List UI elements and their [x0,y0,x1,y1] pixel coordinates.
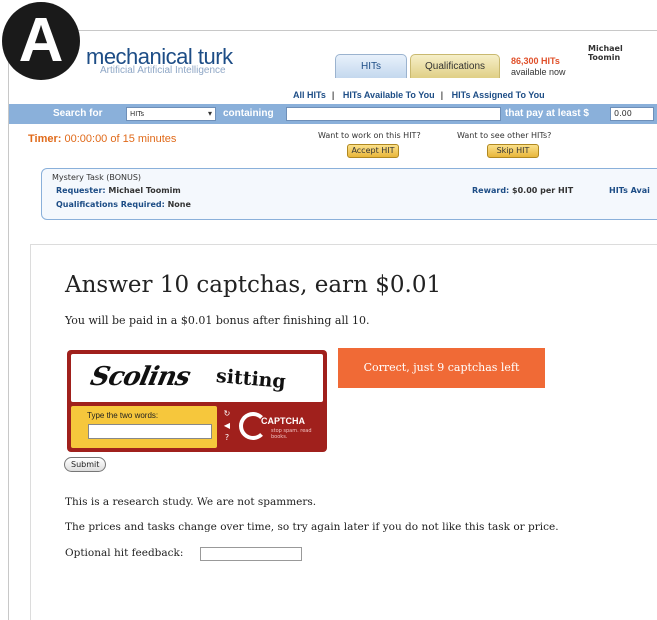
captcha-response-input[interactable] [88,424,212,439]
skip-hit-button[interactable]: Skip HIT [487,144,539,158]
requester-row: Requester: Michael Toomim [56,186,181,195]
nav-hits-assigned[interactable]: HITs Assigned To You [452,90,545,100]
qualifications-value: None [167,200,191,209]
timer-label: Timer: [28,133,62,145]
accept-hit-button[interactable]: Accept HIT [347,144,399,158]
hits-available-count: 86,300 HITs [511,56,560,66]
search-type-select[interactable]: HITs ▾ [126,107,216,121]
min-pay-label: that pay at least $ [505,108,589,119]
refresh-icon[interactable]: ↻ [222,408,232,420]
qualifications-row: Qualifications Required: None [56,200,191,209]
hit-title: Mystery Task (BONUS) [52,173,142,182]
correct-status-banner: Correct, just 9 captchas left [338,348,545,388]
search-for-label: Search for [53,108,103,119]
timer-value: 00:00:00 of 15 minutes [64,133,177,145]
nav-separator: | [440,90,444,100]
tab-qualifications[interactable]: Qualifications [410,54,500,78]
research-note: This is a research study. We are not spa… [65,496,317,508]
search-keyword-input[interactable] [286,107,501,121]
hits-available-label: HITs Avai [609,186,650,195]
reward-row: Reward: $0.00 per HIT [472,186,573,195]
feedback-input[interactable] [200,547,302,561]
captcha-prompt: Type the two words: [87,411,159,420]
chevron-down-icon: ▾ [207,109,212,118]
recaptcha-widget: Scolins sitting Type the two words: ↻ ◀ … [67,350,327,452]
accept-prompt: Want to work on this HIT? [318,131,421,140]
reward-value: $0.00 per HIT [512,186,574,195]
tab-hits[interactable]: HITs [335,54,407,78]
nav-separator: | [331,90,335,100]
captcha-word-1: Scolins [87,362,193,392]
hit-nav-links: All HITs | HITs Available To You | HITs As… [290,90,548,100]
user-name: Michael Toomin [588,44,623,62]
captcha-word-2: sitting [215,365,287,393]
captcha-controls: ↻ ◀ ? [222,408,232,444]
hit-details-box: Mystery Task (BONUS) Requester: Michael … [41,168,657,220]
skip-prompt: Want to see other HITs? [457,131,552,140]
min-pay-input[interactable]: 0.00 [610,107,654,121]
panel-letter-badge: A [2,2,80,80]
hit-timer: Timer: 00:00:00 of 15 minutes [28,133,176,145]
hits-available-text: available now [511,67,566,77]
requester-name[interactable]: Michael Toomim [108,186,180,195]
requester-label: Requester: [56,186,106,195]
recaptcha-tagline: stop spam. read books. [271,428,312,440]
reward-label: Reward: [472,186,510,195]
recaptcha-logo: CAPTCHA stop spam. read books. [239,410,319,446]
hits-available-summary: 86,300 HITs available now [511,56,566,78]
recaptcha-brand: CAPTCHA [261,416,305,426]
qualifications-label: Qualifications Required: [56,200,165,209]
submit-button[interactable]: Submit [64,457,107,472]
captcha-entry-panel: Type the two words: [71,406,217,448]
price-note: The prices and tasks change over time, s… [65,521,559,533]
task-title: Answer 10 captchas, earn $0.01 [65,272,442,298]
captcha-image: Scolins sitting [71,354,323,402]
mturk-tagline: Artificial Artificial Intelligence [100,65,226,76]
search-type-value: HITs [130,110,145,118]
search-bar: Search for HITs ▾ containing that pay at… [9,104,657,124]
help-icon[interactable]: ? [222,432,232,444]
audio-icon[interactable]: ◀ [222,420,232,432]
feedback-label: Optional hit feedback: [65,547,184,559]
task-subtitle: You will be paid in a $0.01 bonus after … [65,314,370,327]
nav-hits-available[interactable]: HITs Available To You [343,90,435,100]
nav-all-hits[interactable]: All HITs [293,90,326,100]
containing-label: containing [223,108,274,119]
